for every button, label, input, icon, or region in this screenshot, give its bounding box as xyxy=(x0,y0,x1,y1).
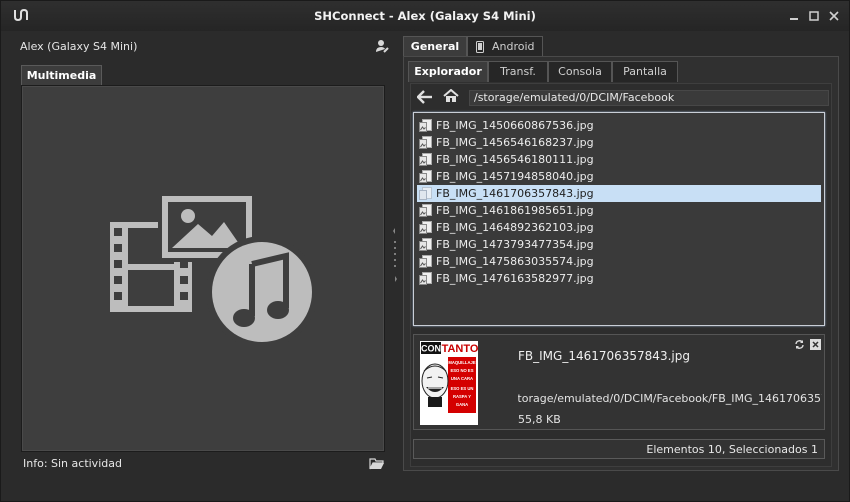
device-name: Alex (Galaxy S4 Mini) xyxy=(20,40,138,53)
preview-file-name: FB_IMG_1461706357843.jpg xyxy=(518,349,690,363)
image-file-icon xyxy=(419,170,432,183)
path-input[interactable]: /storage/emulated/0/DCIM/Facebook xyxy=(469,90,829,106)
general-panel: Explorador Transf. Consola Pantalla /sto… xyxy=(403,56,839,471)
list-item[interactable]: FB_IMG_1450660867536.jpg xyxy=(417,117,821,134)
svg-text:TANTO: TANTO xyxy=(442,343,478,355)
list-item[interactable]: FB_IMG_1475863035574.jpg xyxy=(417,253,821,270)
image-file-icon xyxy=(419,153,432,166)
status-text: Elementos 10, Seleccionados 1 xyxy=(646,443,818,456)
pane-splitter[interactable] xyxy=(393,226,397,286)
minimize-icon[interactable] xyxy=(787,9,801,23)
svg-text:CON: CON xyxy=(421,344,441,354)
window-title: SHConnect - Alex (Galaxy S4 Mini) xyxy=(314,9,536,23)
image-file-icon xyxy=(419,119,432,132)
list-item[interactable]: FB_IMG_1464892362103.jpg xyxy=(417,219,821,236)
maximize-icon[interactable] xyxy=(807,9,821,23)
file-list[interactable]: FB_IMG_1450660867536.jpg FB_IMG_14565461… xyxy=(413,112,825,326)
status-bar: Elementos 10, Seleccionados 1 xyxy=(413,439,825,459)
folder-open-icon[interactable] xyxy=(369,457,385,471)
list-item[interactable]: FB_IMG_1476163582977.jpg xyxy=(417,270,821,287)
tab-android[interactable]: Android xyxy=(467,36,543,57)
right-pane: General Android Explorador Transf. Conso… xyxy=(401,33,839,471)
tab-explorador[interactable]: Explorador xyxy=(408,61,488,82)
list-item[interactable]: FB_IMG_1457194858040.jpg xyxy=(417,168,821,185)
list-item[interactable]: FB_IMG_1456546180111.jpg xyxy=(417,151,821,168)
tab-pantalla[interactable]: Pantalla xyxy=(612,61,678,82)
user-edit-icon[interactable] xyxy=(375,39,389,53)
phone-icon xyxy=(476,41,484,53)
refresh-icon[interactable] xyxy=(794,339,805,350)
image-file-icon xyxy=(419,255,432,268)
explorer-panel: /storage/emulated/0/DCIM/Facebook FB_IMG… xyxy=(410,83,832,467)
multimedia-icon xyxy=(110,192,316,348)
back-arrow-icon[interactable] xyxy=(417,90,433,104)
close-icon[interactable] xyxy=(827,9,841,23)
multimedia-panel xyxy=(21,85,385,452)
svg-text:ESO NO ES: ESO NO ES xyxy=(450,368,473,373)
image-file-icon xyxy=(419,204,432,217)
image-file-icon xyxy=(419,136,432,149)
svg-text:UNA CARA: UNA CARA xyxy=(451,376,473,381)
preview-file-size: 55,8 KB xyxy=(518,413,561,426)
list-item[interactable]: FB_IMG_1456546168237.jpg xyxy=(417,134,821,151)
close-preview-icon[interactable] xyxy=(810,339,821,350)
file-preview: CON TANTO MAQUILLAJE ESO NO ES UNA CARA … xyxy=(413,334,825,430)
image-file-icon xyxy=(419,187,432,200)
tab-android-label: Android xyxy=(492,40,535,53)
list-item-selected[interactable]: FB_IMG_1461706357843.jpg xyxy=(417,185,821,202)
tab-consola[interactable]: Consola xyxy=(548,61,612,82)
svg-text:MAQUILLAJE: MAQUILLAJE xyxy=(448,360,475,365)
app-window: SHConnect - Alex (Galaxy S4 Mini) Alex (… xyxy=(0,0,850,502)
preview-thumbnail: CON TANTO MAQUILLAJE ESO NO ES UNA CARA … xyxy=(420,341,478,425)
title-bar[interactable]: SHConnect - Alex (Galaxy S4 Mini) xyxy=(1,1,849,31)
tab-general[interactable]: General xyxy=(403,36,467,57)
preview-file-path: /storage/emulated/0/DCIM/Facebook/FB_IMG… xyxy=(518,392,822,405)
info-status: Info: Sin actividad xyxy=(23,457,122,470)
image-file-icon xyxy=(419,221,432,234)
list-item[interactable]: FB_IMG_1473793477354.jpg xyxy=(417,236,821,253)
svg-text:RASPA Y: RASPA Y xyxy=(453,394,471,399)
tab-multimedia[interactable]: Multimedia xyxy=(21,65,102,86)
left-pane: Alex (Galaxy S4 Mini) Multimedia Info: S… xyxy=(15,33,389,481)
image-file-icon xyxy=(419,272,432,285)
tab-transf[interactable]: Transf. xyxy=(488,61,548,82)
list-item[interactable]: FB_IMG_1461861985651.jpg xyxy=(417,202,821,219)
svg-text:GANA: GANA xyxy=(456,402,468,407)
home-icon[interactable] xyxy=(443,89,459,103)
svg-text:ESO ES UN: ESO ES UN xyxy=(451,386,474,391)
image-file-icon xyxy=(419,238,432,251)
